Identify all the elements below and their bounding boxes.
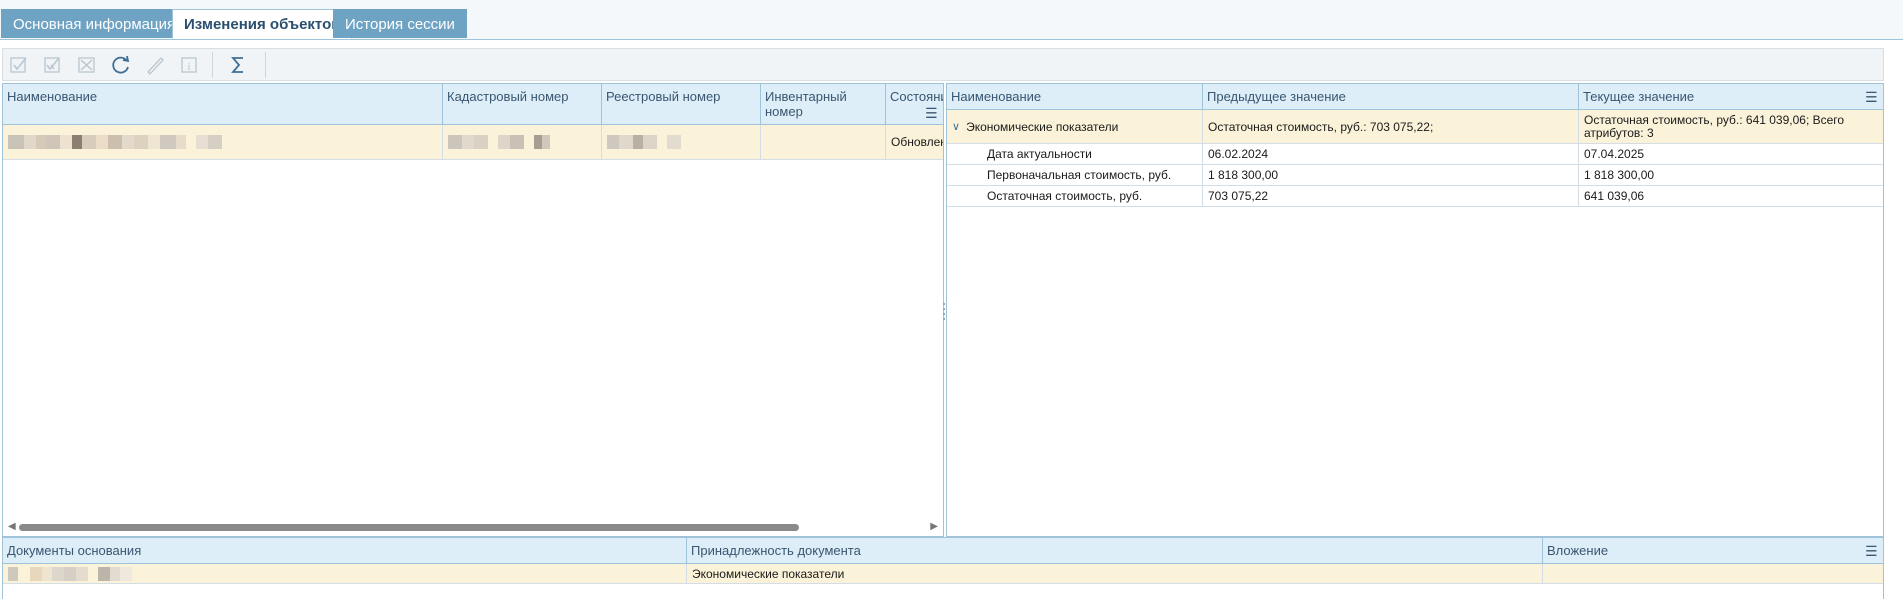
attribute-name-cell: Дата актуальности bbox=[947, 144, 1203, 164]
redacted-text bbox=[8, 566, 132, 581]
column-header-inventory[interactable]: Инвентарный номер bbox=[761, 84, 886, 124]
tab-main-info[interactable]: Основная информация bbox=[1, 9, 188, 38]
toolbar-separator bbox=[212, 52, 213, 78]
current-value-cell: 07.04.2025 bbox=[1584, 147, 1645, 161]
previous-value-cell: 1 818 300,00 bbox=[1203, 165, 1579, 185]
chevron-down-icon[interactable]: ∨ bbox=[952, 120, 960, 133]
previous-value-cell: 06.02.2024 bbox=[1203, 144, 1579, 164]
column-header-previous[interactable]: Предыдущее значение bbox=[1203, 84, 1579, 109]
object-name-cell bbox=[3, 125, 443, 159]
group-name: Экономические показатели bbox=[966, 119, 1119, 134]
column-header-registry[interactable]: Реестровый номер bbox=[602, 84, 761, 124]
refresh-icon[interactable] bbox=[108, 53, 134, 77]
toolbar-separator bbox=[265, 52, 266, 78]
cadastral-number-cell bbox=[443, 125, 602, 159]
document-belongs-cell: Экономические показатели bbox=[687, 564, 1543, 583]
column-header-current[interactable]: Текущее значение bbox=[1579, 84, 1883, 109]
changes-grid: Наименование Предыдущее значение Текущее… bbox=[946, 83, 1884, 537]
cancel-icon[interactable] bbox=[74, 53, 100, 77]
group-row[interactable]: ∨ Экономические показатели Остаточная ст… bbox=[947, 110, 1883, 144]
sum-icon[interactable] bbox=[225, 53, 251, 77]
column-header-name[interactable]: Наименование bbox=[3, 84, 443, 124]
column-header-name[interactable]: Наименование bbox=[947, 84, 1203, 109]
redacted-text bbox=[448, 135, 550, 149]
group-name-cell: ∨ Экономические показатели bbox=[947, 110, 1203, 143]
state-cell: Обновлен bbox=[891, 135, 944, 149]
redacted-text bbox=[8, 135, 222, 149]
table-row[interactable]: Дата актуальности 06.02.2024 07.04.2025 bbox=[947, 144, 1883, 165]
column-header-documents[interactable]: Документы основания bbox=[3, 538, 687, 563]
check-icon[interactable] bbox=[6, 53, 32, 77]
check-all-icon[interactable] bbox=[40, 53, 66, 77]
documents-grid: Документы основания Принадлежность докум… bbox=[2, 537, 1884, 599]
tab-object-changes[interactable]: Изменения объектов bbox=[172, 9, 353, 39]
column-menu-icon[interactable]: ☰ bbox=[1865, 544, 1878, 558]
toolbar: i bbox=[2, 48, 1884, 81]
table-row[interactable]: Экономические показатели bbox=[3, 564, 1883, 584]
tab-session-history[interactable]: История сессии bbox=[333, 9, 467, 38]
inventory-number-cell bbox=[761, 125, 886, 159]
scrollbar-thumb[interactable] bbox=[19, 524, 799, 531]
column-header-attachment[interactable]: Вложение bbox=[1543, 538, 1883, 563]
horizontal-scrollbar[interactable]: ◀ ▶ bbox=[5, 521, 941, 533]
edit-icon[interactable] bbox=[142, 53, 168, 77]
attribute-name-cell: Первоначальная стоимость, руб. bbox=[947, 165, 1203, 185]
info-icon[interactable]: i bbox=[176, 53, 202, 77]
attachment-cell bbox=[1543, 564, 1883, 583]
changes-grid-header: Наименование Предыдущее значение Текущее… bbox=[947, 84, 1883, 110]
svg-text:i: i bbox=[187, 61, 190, 73]
group-previous-cell: Остаточная стоимость, руб.: 703 075,22; bbox=[1203, 110, 1579, 143]
table-row[interactable]: Обновлен bbox=[3, 125, 943, 160]
group-current-cell: Остаточная стоимость, руб.: 641 039,06; … bbox=[1584, 112, 1845, 140]
column-menu-icon[interactable]: ☰ bbox=[925, 106, 938, 120]
objects-grid-header: Наименование Кадастровый номер Реестровы… bbox=[3, 84, 943, 125]
previous-value-cell: 703 075,22 bbox=[1203, 186, 1579, 206]
table-row[interactable]: Остаточная стоимость, руб. 703 075,22 64… bbox=[947, 186, 1883, 207]
current-value-cell: 641 039,06 bbox=[1584, 189, 1645, 203]
column-header-document-belongs[interactable]: Принадлежность документа bbox=[687, 538, 1543, 563]
objects-grid: Наименование Кадастровый номер Реестровы… bbox=[2, 83, 944, 537]
table-row[interactable]: Первоначальная стоимость, руб. 1 818 300… bbox=[947, 165, 1883, 186]
scroll-right-icon[interactable]: ▶ bbox=[930, 521, 938, 533]
attribute-name-cell: Остаточная стоимость, руб. bbox=[947, 186, 1203, 206]
column-header-cadastral[interactable]: Кадастровый номер bbox=[443, 84, 602, 124]
column-menu-icon[interactable]: ☰ bbox=[1865, 90, 1878, 104]
redacted-text bbox=[607, 135, 681, 149]
tab-bar: Основная информация Изменения объектов И… bbox=[0, 0, 1903, 40]
current-value-cell: 1 818 300,00 bbox=[1584, 168, 1655, 182]
scroll-left-icon[interactable]: ◀ bbox=[8, 521, 16, 533]
registry-number-cell bbox=[602, 125, 761, 159]
document-name-cell bbox=[3, 564, 687, 583]
documents-grid-header: Документы основания Принадлежность докум… bbox=[3, 538, 1883, 564]
